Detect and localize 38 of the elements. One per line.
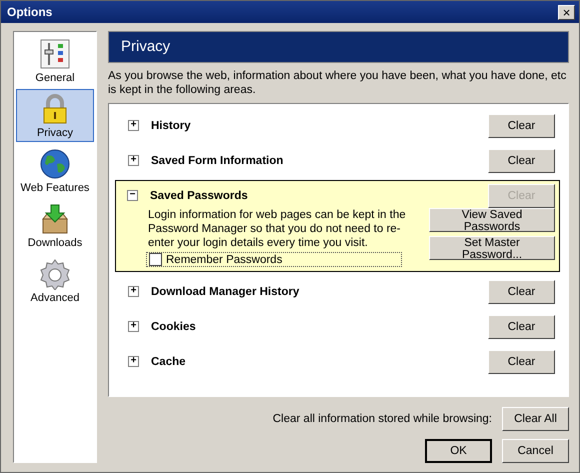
expander-toggle[interactable]: + [128, 120, 139, 131]
expander-toggle[interactable]: + [128, 356, 139, 367]
window-title: Options [7, 5, 52, 19]
section-title: Cookies [151, 320, 197, 332]
close-button[interactable]: × [558, 4, 575, 20]
sidebar-item[interactable]: Privacy [16, 89, 94, 142]
section-title: Saved Form Information [151, 154, 284, 166]
expander-toggle[interactable]: + [128, 286, 139, 297]
action-button[interactable]: View Saved Passwords [429, 208, 555, 232]
sidebar-item[interactable]: Downloads [16, 199, 94, 252]
expander-toggle[interactable]: + [128, 321, 139, 332]
cancel-button[interactable]: Cancel [502, 439, 569, 463]
section-title: Cache [151, 356, 187, 368]
clear-button[interactable]: Clear [488, 114, 555, 138]
expander-toggle[interactable]: + [128, 155, 139, 166]
sidebar-item[interactable]: Advanced [16, 254, 94, 307]
clear-button[interactable]: Clear [488, 350, 555, 374]
download-box-icon [39, 203, 71, 235]
gear-icon [39, 258, 71, 290]
action-button[interactable]: Set Master Password... [429, 236, 555, 260]
description-text: As you browse the web, information about where you have been, what you have done, etc is kept in the following areas. [108, 69, 568, 98]
panel-title: Privacy [108, 31, 569, 63]
globe-icon [39, 148, 71, 180]
section-title: Download Manager History [151, 286, 300, 298]
ok-button[interactable]: OK [425, 439, 492, 463]
clear-all-button[interactable]: Clear All [502, 407, 569, 431]
clear-button[interactable]: Clear [488, 280, 555, 304]
checkbox[interactable] [149, 253, 162, 266]
sidebar-item[interactable]: General [16, 34, 94, 87]
sidebar-item[interactable]: Web Features [16, 144, 94, 197]
section-description: Login information for web pages can be kept in the Password Manager so that you do not need to re-enter your login details every time you visit. [148, 208, 407, 250]
section-title: Saved Passwords [150, 190, 249, 202]
clear-button[interactable]: Clear [488, 314, 555, 338]
clear-all-label: Clear all information stored while browsing: [272, 413, 492, 425]
general-settings-icon [39, 38, 71, 70]
clear-button[interactable]: Clear [488, 148, 555, 172]
expander-toggle[interactable]: − [127, 190, 138, 201]
section-title: History [151, 120, 192, 132]
